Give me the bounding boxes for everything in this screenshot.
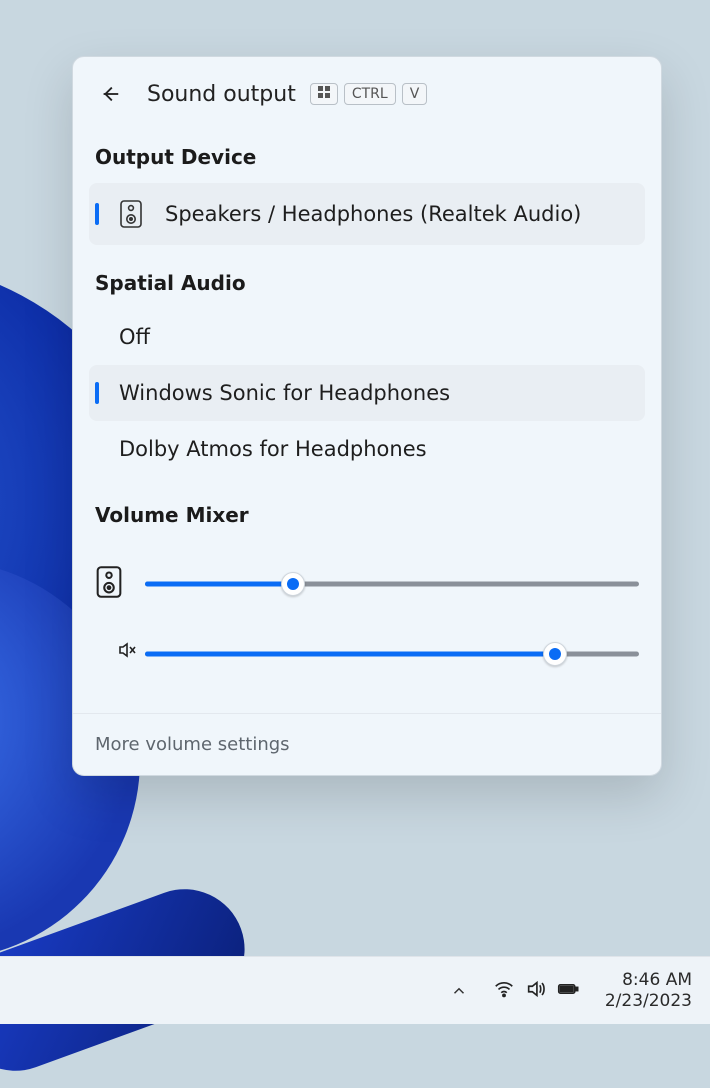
mixer-row-edge (95, 619, 639, 689)
output-device-row[interactable]: Speakers / Headphones (Realtek Audio) (89, 183, 645, 245)
spatial-audio-heading: Spatial Audio (73, 245, 661, 309)
volume-mixer-heading: Volume Mixer (73, 477, 661, 541)
volume-icon (525, 978, 547, 1004)
output-device-label: Speakers / Headphones (Realtek Audio) (163, 202, 581, 226)
spatial-option-label: Off (101, 325, 150, 349)
clock-button[interactable]: 8:46 AM 2/23/2023 (599, 966, 698, 1015)
tray-overflow-button[interactable] (445, 977, 473, 1005)
sound-output-flyout: Sound output CTRL V Output Device Speake… (72, 56, 662, 776)
mixer-row-system (95, 549, 639, 619)
mixer-slider-edge[interactable] (145, 642, 639, 666)
key-windows (310, 83, 338, 105)
windows-logo-icon (318, 86, 330, 102)
back-button[interactable] (95, 79, 125, 109)
speaker-icon (119, 199, 143, 229)
selection-indicator (95, 382, 99, 404)
spatial-option-sonic[interactable]: Windows Sonic for Headphones (89, 365, 645, 421)
taskbar: 8:46 AM 2/23/2023 (0, 956, 710, 1024)
slider-fill (145, 652, 555, 657)
spatial-option-off[interactable]: Off (89, 309, 645, 365)
flyout-footer: More volume settings (73, 713, 661, 775)
slider-thumb[interactable] (543, 642, 567, 666)
slider-thumb[interactable] (281, 572, 305, 596)
slider-fill (145, 582, 293, 587)
key-ctrl: CTRL (344, 83, 396, 105)
selection-indicator (95, 203, 99, 225)
key-v: V (402, 83, 428, 105)
spatial-option-label: Dolby Atmos for Headphones (101, 437, 427, 461)
battery-icon (557, 978, 579, 1004)
spatial-option-dolby[interactable]: Dolby Atmos for Headphones (89, 421, 645, 477)
quick-settings-button[interactable] (483, 972, 589, 1010)
spatial-option-label: Windows Sonic for Headphones (101, 381, 450, 405)
muted-icon (117, 640, 137, 664)
taskbar-date: 2/23/2023 (605, 991, 692, 1011)
panel-title: Sound output (147, 82, 296, 107)
wifi-icon (493, 978, 515, 1004)
taskbar-time: 8:46 AM (605, 970, 692, 990)
output-device-heading: Output Device (73, 119, 661, 183)
speaker-icon[interactable] (95, 565, 125, 603)
more-volume-settings-link[interactable]: More volume settings (95, 734, 290, 755)
shortcut-hint: CTRL V (310, 83, 427, 105)
mixer-slider-system[interactable] (145, 572, 639, 596)
